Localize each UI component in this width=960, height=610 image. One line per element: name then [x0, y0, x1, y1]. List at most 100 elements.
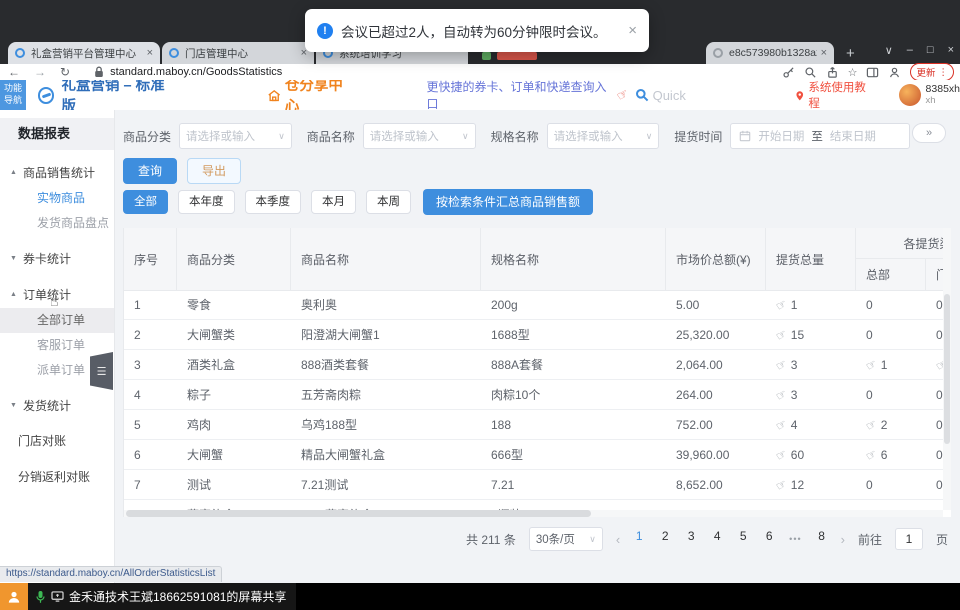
profile-icon[interactable] — [888, 66, 901, 79]
tutorial-link[interactable]: 系统使用教程 — [794, 80, 875, 111]
sidebar-section[interactable]: ▲商品销售统计 — [0, 158, 114, 186]
function-nav-button[interactable]: 功能 导航 — [0, 80, 26, 110]
maximize-button[interactable]: □ — [927, 44, 934, 57]
browser-tab[interactable]: 门店管理中心× — [162, 42, 314, 64]
cell-value: 0 — [866, 298, 873, 312]
cell-value: 0 — [936, 418, 943, 432]
sidebar-item[interactable]: 客服订单 — [0, 333, 114, 358]
page-button[interactable]: 5 — [737, 529, 749, 549]
table-cell: ☞15 — [766, 320, 856, 349]
tab-search-icon[interactable]: ∨ — [885, 44, 893, 57]
quick-search-icon[interactable] — [635, 88, 649, 102]
quick-label[interactable]: Quick — [653, 88, 686, 103]
cell-value: 0 — [936, 478, 943, 492]
side-panel-icon[interactable] — [866, 66, 879, 79]
page-size-value: 30条/页 — [536, 531, 575, 547]
user-account[interactable]: 8385xh xh — [899, 84, 960, 106]
meeting-toast: ! 会议已超过2人，自动转为60分钟限时会议。 × — [305, 9, 649, 52]
table-cell: ☞3 — [766, 380, 856, 409]
sidebar-item[interactable]: 分销返利对账 — [0, 463, 114, 491]
table-header: 序号 商品分类 商品名称 规格名称 市场价总额(¥) 提货总量 各提货渠道 总部… — [124, 228, 951, 290]
page-button[interactable]: 8 — [816, 529, 828, 549]
range-tab[interactable]: 本周 — [366, 190, 411, 214]
summary-button[interactable]: 按检索条件汇总商品销售额 — [423, 189, 593, 215]
date-start-placeholder[interactable]: 开始日期 — [758, 128, 804, 144]
filter-select[interactable]: 请选择或输入∨ — [363, 123, 476, 149]
sidebar-item[interactable]: 门店对账 — [0, 427, 114, 455]
page-button[interactable]: ••• — [789, 529, 801, 549]
goods-table: 序号 商品分类 商品名称 规格名称 市场价总额(¥) 提货总量 各提货渠道 总部… — [123, 228, 951, 517]
search-button[interactable]: 查询 — [123, 158, 177, 184]
table-cell: ☞4 — [766, 410, 856, 439]
scrollbar-thumb[interactable] — [944, 294, 950, 444]
chrome-update-button[interactable]: 更新 ⋮ — [910, 63, 954, 81]
date-end-placeholder[interactable]: 结束日期 — [830, 128, 876, 144]
filter-select[interactable]: 请选择或输入∨ — [547, 123, 660, 149]
table-cell: 精品大闸蟹礼盒 — [291, 440, 481, 469]
share-icon[interactable] — [826, 66, 839, 79]
tab-title: 礼盒营销平台管理中心 — [31, 46, 143, 61]
table-cell: ☞3 — [766, 350, 856, 379]
extension-icons — [482, 52, 537, 60]
extension-icon[interactable] — [497, 52, 537, 60]
filter-collapse-button[interactable]: » — [912, 123, 946, 143]
page-button[interactable]: 1 — [633, 529, 645, 549]
range-tab[interactable]: 本月 — [311, 190, 356, 214]
sidebar-section[interactable]: ▼发货统计 — [0, 391, 114, 419]
close-button[interactable]: × — [948, 44, 954, 57]
sidebar-item[interactable]: 全部订单 — [0, 308, 114, 333]
pickup-hand-icon: ☞ — [773, 476, 789, 494]
key-icon[interactable] — [782, 66, 795, 79]
range-tab[interactable]: 全部 — [123, 190, 168, 214]
sidebar-item[interactable]: 发货商品盘点 — [0, 211, 114, 236]
url-text[interactable]: standard.maboy.cn/GoodsStatistics — [110, 66, 282, 78]
minimize-button[interactable]: – — [907, 44, 913, 57]
sidebar-collapse-handle[interactable]: ☰ — [90, 352, 113, 390]
table-cell: 乌鸡188型 — [291, 410, 481, 439]
page-button[interactable]: 6 — [763, 529, 775, 549]
cell-value: 15 — [791, 328, 804, 342]
prev-page-button[interactable]: ‹ — [616, 532, 620, 547]
table-cell: 0 — [856, 470, 926, 499]
tab-close-icon[interactable]: × — [821, 47, 827, 59]
tab-title: e8c573980b1328a258fd2e6 — [729, 47, 817, 59]
filter-row: 商品分类请选择或输入∨商品名称请选择或输入∨规格名称请选择或输入∨ 提货时间 开… — [123, 123, 910, 149]
page-size-select[interactable]: 30条/页 ∨ — [529, 527, 603, 551]
new-tab-button[interactable]: + — [846, 45, 855, 62]
range-tab[interactable]: 本季度 — [245, 190, 302, 214]
horizontal-scrollbar[interactable] — [124, 510, 943, 517]
table-cell: 6 — [124, 440, 177, 469]
select-placeholder: 请选择或输入 — [554, 128, 646, 144]
extension-icon[interactable] — [482, 52, 491, 60]
page-button[interactable]: 2 — [659, 529, 671, 549]
goto-page-input[interactable] — [895, 528, 923, 550]
caret-icon: ▲ — [10, 291, 17, 298]
table-cell: 39,960.00 — [666, 440, 766, 469]
browser-tab-hash[interactable]: e8c573980b1328a258fd2e6 × — [706, 42, 834, 64]
sidebar-section[interactable]: ▼券卡统计 — [0, 244, 114, 272]
browser-tab[interactable]: 礼盒营销平台管理中心 × — [8, 42, 160, 64]
export-button[interactable]: 导出 — [187, 158, 241, 184]
sidebar-item[interactable]: 实物商品 — [0, 186, 114, 211]
table-cell: ☞60 — [766, 440, 856, 469]
bookmark-star-icon[interactable]: ☆ — [848, 66, 858, 79]
zoom-icon[interactable] — [804, 66, 817, 79]
fn-nav-line1: 功能 — [0, 83, 26, 95]
reload-icon[interactable]: ↻ — [60, 65, 70, 79]
vertical-scrollbar[interactable] — [943, 228, 951, 510]
page-button[interactable]: 3 — [685, 529, 697, 549]
range-tab[interactable]: 本年度 — [178, 190, 235, 214]
date-range-picker[interactable]: 开始日期 至 结束日期 — [730, 123, 910, 149]
tab-close-icon[interactable]: × — [147, 47, 153, 59]
date-to-label: 至 — [811, 128, 823, 144]
scrollbar-thumb[interactable] — [126, 510, 591, 517]
back-icon[interactable]: ← — [8, 65, 20, 79]
caret-icon: ▲ — [10, 169, 17, 176]
next-page-button[interactable]: › — [841, 532, 845, 547]
page-button[interactable]: 4 — [711, 529, 723, 549]
filter-select[interactable]: 请选择或输入∨ — [179, 123, 292, 149]
table-row: 5鸡肉乌鸡188型188752.00☞4☞20 — [124, 410, 951, 440]
forward-icon[interactable]: → — [34, 65, 46, 79]
toast-close-icon[interactable]: × — [628, 22, 637, 39]
tutorial-label: 系统使用教程 — [808, 80, 874, 111]
